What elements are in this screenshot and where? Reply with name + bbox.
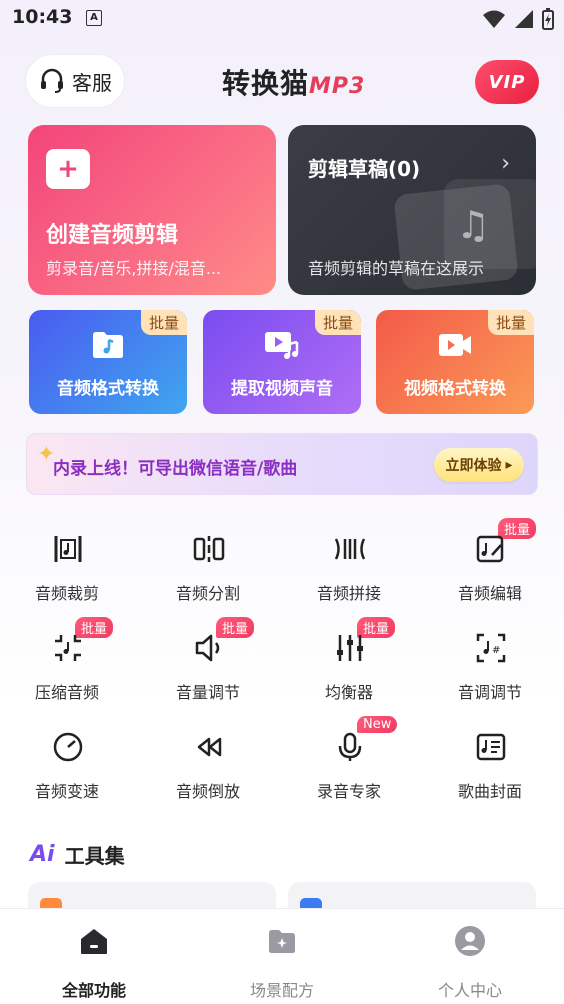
- microphone-icon: [333, 730, 367, 764]
- tool-label: 录音专家: [316, 782, 381, 801]
- audio-file-icon: [93, 332, 123, 358]
- tool-label: 音频裁剪: [34, 584, 99, 603]
- plus-icon: +: [46, 149, 90, 189]
- customer-service-button[interactable]: 客服: [25, 54, 125, 108]
- video-format-convert-card[interactable]: 批量 视频格式转换: [376, 310, 534, 414]
- audio-merge-icon: [333, 532, 367, 566]
- audio-trim-icon: [51, 532, 85, 566]
- pitch-icon: #: [474, 631, 508, 665]
- tool-label: 音频分割: [175, 584, 240, 603]
- tool-compress-audio[interactable]: 批量 压缩音频: [7, 617, 127, 709]
- app-header: 客服 转换猫MP3 VIP: [0, 52, 564, 112]
- draft-card-title: 剪辑草稿(0): [308, 157, 421, 181]
- video-camera-icon: [439, 334, 471, 356]
- tool-volume-adjust[interactable]: 批量 音量调节: [148, 617, 268, 709]
- bottom-navigation: 全部功能 场景配方 个人中心: [0, 908, 564, 1004]
- tool-audio-trim[interactable]: 音频裁剪: [7, 520, 127, 610]
- signal-icon: [515, 10, 533, 28]
- nav-personal-center[interactable]: 个人中心: [395, 923, 545, 1001]
- scene-recipe-icon: [207, 923, 357, 959]
- music-note-icon: ♫: [456, 203, 491, 247]
- nav-all-features[interactable]: 全部功能: [19, 923, 169, 1001]
- tool-label: 压缩音频: [34, 683, 99, 702]
- logo-text: 转换猫: [222, 67, 310, 100]
- status-icons: [482, 8, 554, 30]
- audio-split-icon: [192, 532, 226, 566]
- banner-text: 内录上线！可导出微信语音/歌曲: [53, 459, 298, 479]
- tool-pitch-adjust[interactable]: # 音调调节: [430, 619, 550, 709]
- nav-label: 全部功能: [61, 981, 126, 1000]
- compress-icon: [51, 631, 85, 665]
- nav-label: 场景配方: [249, 981, 314, 1000]
- speaker-icon: [192, 631, 226, 665]
- song-cover-icon: [474, 730, 508, 764]
- ai-toolset-header: Ai 工具集: [30, 840, 125, 869]
- equalizer-icon: [333, 631, 367, 665]
- tool-label: 音调调节: [457, 683, 522, 702]
- rewind-icon: [192, 730, 226, 764]
- nav-scene-recipes[interactable]: 场景配方: [207, 923, 357, 1001]
- tool-label: 歌曲封面: [457, 782, 522, 801]
- create-card-subtitle: 剪录音/音乐,拼接/混音...: [46, 259, 222, 278]
- tool-equalizer[interactable]: 批量 均衡器: [289, 617, 409, 709]
- app-logo: 转换猫MP3: [222, 62, 365, 102]
- tool-song-cover[interactable]: 歌曲封面: [430, 718, 550, 808]
- tool-audio-reverse[interactable]: 音频倒放: [148, 718, 268, 808]
- tool-label: 均衡器: [324, 683, 373, 702]
- battery-icon: [542, 8, 554, 30]
- tool-recording-expert[interactable]: New 录音专家: [289, 716, 409, 808]
- notification-icon: A: [86, 10, 102, 26]
- promo-banner[interactable]: ✦ 内录上线！可导出微信语音/歌曲 立即体验 ▸: [26, 433, 538, 495]
- audio-edit-icon: [474, 532, 508, 566]
- headset-icon: [41, 68, 63, 93]
- tool-audio-speed[interactable]: 音频变速: [7, 718, 127, 808]
- format-card-label: 音频格式转换: [57, 379, 159, 399]
- tool-label: 音频拼接: [316, 584, 381, 603]
- home-icon: [19, 923, 169, 959]
- tool-audio-edit[interactable]: 批量 音频编辑: [430, 518, 550, 610]
- video-music-icon: [265, 332, 299, 359]
- tool-audio-merge[interactable]: 音频拼接: [289, 520, 409, 610]
- create-card-title: 创建音频剪辑: [46, 223, 179, 248]
- status-time: 10:43: [12, 6, 73, 28]
- svg-text:#: #: [492, 645, 500, 656]
- tool-label: 音频变速: [34, 782, 99, 801]
- play-arrow-icon: ▸: [505, 457, 513, 473]
- user-avatar-icon: [395, 923, 545, 959]
- vip-button[interactable]: VIP: [475, 60, 539, 104]
- try-now-label: 立即体验: [445, 458, 502, 474]
- status-bar: 10:43 A: [0, 0, 564, 38]
- create-audio-edit-card[interactable]: + 创建音频剪辑 剪录音/音乐,拼接/混音...: [28, 125, 276, 295]
- speedometer-icon: [51, 730, 85, 764]
- nav-label: 个人中心: [437, 981, 502, 1000]
- extract-video-audio-card[interactable]: 批量 提取视频声音: [203, 310, 361, 414]
- tool-label: 音频倒放: [175, 782, 240, 801]
- ai-sparkle-icon: Ai: [30, 842, 55, 867]
- logo-suffix: MP3: [309, 74, 366, 99]
- draft-card-subtitle: 音频剪辑的草稿在这展示: [308, 259, 485, 278]
- chevron-right-icon: ›: [501, 151, 510, 176]
- tool-label: 音频编辑: [457, 584, 522, 603]
- edit-drafts-card[interactable]: ♫ 剪辑草稿(0) › 音频剪辑的草稿在这展示: [288, 125, 536, 295]
- format-card-label: 提取视频声音: [231, 379, 333, 399]
- tool-label: 音量调节: [175, 683, 240, 702]
- wifi-icon: [483, 10, 505, 28]
- format-card-label: 视频格式转换: [404, 379, 506, 399]
- ai-toolset-title: 工具集: [64, 844, 125, 868]
- try-now-button[interactable]: 立即体验 ▸: [434, 448, 524, 482]
- customer-service-label: 客服: [72, 70, 112, 95]
- tool-audio-split[interactable]: 音频分割: [148, 520, 268, 610]
- audio-format-convert-card[interactable]: 批量 音频格式转换: [29, 310, 187, 414]
